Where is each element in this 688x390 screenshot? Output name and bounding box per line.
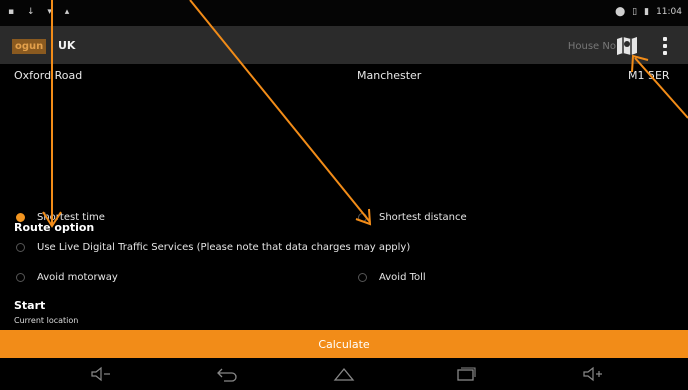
radio-button[interactable] (16, 273, 25, 282)
calculate-button[interactable]: Calculate (0, 330, 688, 358)
clock: 11:04 (656, 7, 682, 17)
navigation-bar (0, 358, 688, 390)
radio-button[interactable] (16, 213, 25, 222)
notification-icons: ▪ ↓ ▾ ▴ (8, 7, 75, 17)
postcode-field[interactable]: M1 5ER (628, 69, 670, 82)
volume-down-icon[interactable] (90, 366, 112, 382)
house-number-input[interactable] (526, 35, 618, 57)
option-avoid-toll[interactable]: Avoid Toll (358, 272, 426, 283)
back-icon[interactable] (216, 366, 238, 382)
country-label[interactable]: UK (58, 39, 75, 52)
status-bar: ▪ ↓ ▾ ▴ ⬤ ▯ ▮ 11:04 (0, 0, 688, 26)
option-label: Use Live Digital Traffic Services (Pleas… (37, 242, 411, 253)
battery-icon: ▮ (644, 7, 650, 17)
map-book-icon (617, 37, 637, 55)
overflow-menu-button[interactable] (663, 37, 669, 55)
recent-apps-icon[interactable] (455, 366, 477, 382)
option-avoid-motorway[interactable]: Avoid motorway (16, 272, 118, 283)
city-field[interactable]: Manchester (357, 69, 421, 82)
radio-button[interactable] (358, 273, 367, 282)
option-shortest-time[interactable]: Shortest time (16, 212, 105, 223)
volume-up-icon[interactable] (582, 366, 604, 382)
option-label: Shortest time (37, 212, 105, 223)
address-row[interactable]: Oxford Road Manchester M1 5ER (0, 64, 688, 84)
toolbar: ogun UK (0, 26, 688, 64)
menu-dot-icon (663, 44, 667, 48)
street-field[interactable]: Oxford Road (14, 69, 82, 82)
signal-icon: ▯ (632, 7, 638, 17)
option-shortest-distance[interactable]: Shortest distance (358, 212, 467, 223)
start-location[interactable]: Current location (14, 316, 78, 325)
start-title: Start (14, 299, 46, 312)
menu-dot-icon (663, 51, 667, 55)
status-icons: ⬤ ▯ ▮ 11:04 (615, 7, 682, 17)
option-label: Avoid motorway (37, 272, 118, 283)
home-icon[interactable] (333, 366, 355, 382)
location-icon: ⬤ (615, 7, 626, 17)
map-book-button[interactable] (615, 36, 639, 56)
app-logo: ogun (12, 39, 47, 54)
radio-button[interactable] (358, 213, 367, 222)
radio-button[interactable] (16, 243, 25, 252)
option-label: Avoid Toll (379, 272, 426, 283)
menu-dot-icon (663, 37, 667, 41)
option-live-traffic[interactable]: Use Live Digital Traffic Services (Pleas… (16, 242, 410, 253)
option-label: Shortest distance (379, 212, 467, 223)
